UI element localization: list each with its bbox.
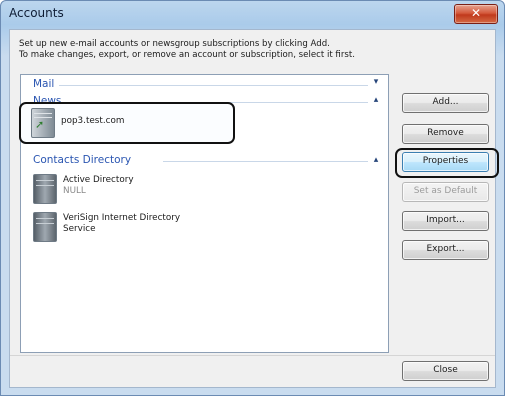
accounts-dialog: Accounts ✕ Set up new e-mail accounts or… [0,0,505,396]
group-header-contacts-directory[interactable]: Contacts Directory [33,153,131,167]
list-item[interactable]: VeriSign Internet Directory Service [33,209,253,245]
directory-name: Active Directory [63,175,134,185]
news-account-icon: ➚ [31,108,55,138]
import-button[interactable]: Import... [402,211,489,231]
window-title: Accounts [9,6,64,20]
accounts-list[interactable]: Mail ▾ News ▴ ➚ pop3.test.com Contacts D… [19,74,389,353]
remove-button[interactable]: Remove [402,124,489,144]
instructions-line-1: Set up new e-mail accounts or newsgroup … [19,39,330,49]
footer-divider [10,355,495,356]
list-item[interactable]: Active Directory NULL [33,171,233,207]
dialog-body: Set up new e-mail accounts or newsgroup … [9,29,499,388]
chevron-down-icon[interactable]: ▾ [370,76,382,88]
list-item[interactable]: ➚ pop3.test.com [31,105,221,141]
close-button[interactable]: Close [402,361,489,381]
instructions-line-2: To make changes, export, or remove an ac… [19,50,355,60]
list-item-selected[interactable]: ➚ pop3.test.com [19,102,235,144]
properties-button[interactable]: Properties [402,152,489,172]
chevron-up-icon[interactable]: ▴ [370,94,382,106]
group-divider [59,85,368,86]
directory-detail: NULL [63,186,86,196]
close-icon: ✕ [470,6,482,20]
add-button[interactable]: Add... [402,93,489,113]
close-window-button[interactable]: ✕ [454,4,498,24]
directory-name: VeriSign Internet Directory [63,213,181,223]
account-name: pop3.test.com [61,116,125,126]
title-bar[interactable]: Accounts ✕ [1,1,504,27]
directory-server-icon [33,212,57,242]
directory-server-icon [33,174,57,204]
chevron-up-icon[interactable]: ▴ [370,154,382,166]
export-button[interactable]: Export... [402,240,489,260]
instructions-text: Set up new e-mail accounts or newsgroup … [19,39,439,61]
group-header-mail[interactable]: Mail [33,77,54,91]
directory-detail: Service [63,224,96,234]
group-divider [163,161,368,162]
set-as-default-button[interactable]: Set as Default [402,182,489,202]
